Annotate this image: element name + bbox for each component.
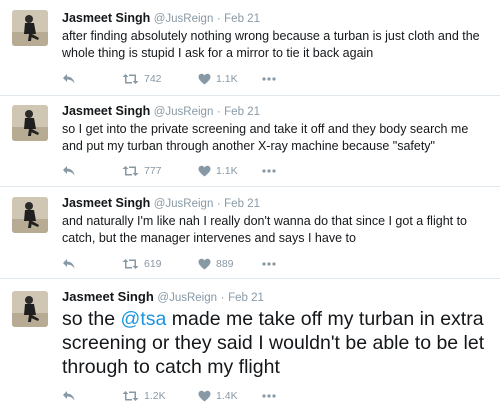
user-name[interactable]: Jasmeet Singh — [62, 104, 150, 118]
separator: · — [220, 292, 225, 304]
reply-button[interactable] — [62, 389, 76, 403]
avatar-image — [12, 291, 48, 327]
reply-icon — [63, 74, 75, 84]
avatar-image — [12, 10, 48, 46]
more-icon — [262, 394, 276, 398]
tweet[interactable]: Jasmeet Singh @JusReign · Feb 21 so I ge… — [0, 96, 500, 187]
tweet-date[interactable]: Feb 21 — [228, 292, 264, 304]
more-button[interactable] — [262, 72, 276, 86]
retweet-button[interactable]: 742 — [122, 72, 162, 86]
more-icon — [262, 169, 276, 173]
like-count: 1.1K — [216, 165, 238, 177]
tweet-text: so I get into the private screening and … — [62, 122, 469, 153]
reply-button[interactable] — [62, 72, 76, 86]
user-handle[interactable]: @JusReign — [154, 13, 214, 25]
tweet-text-before: so the — [62, 308, 121, 330]
retweet-icon — [122, 74, 139, 84]
separator: · — [216, 13, 221, 25]
retweet-count: 619 — [144, 258, 162, 270]
tweet-header: Jasmeet Singh @JusReign · Feb 21 — [62, 11, 260, 25]
tweet-header: Jasmeet Singh @JusReign · Feb 21 — [62, 104, 260, 118]
tweet-timeline: Jasmeet Singh @JusReign · Feb 21 after f… — [0, 0, 500, 411]
like-button[interactable]: 1.4K — [198, 389, 238, 403]
user-name[interactable]: Jasmeet Singh — [62, 196, 150, 210]
retweet-icon — [122, 166, 139, 176]
like-button[interactable]: 889 — [198, 257, 234, 271]
like-count: 1.4K — [216, 390, 238, 402]
tweet[interactable]: Jasmeet Singh @JusReign · Feb 21 after f… — [0, 0, 500, 96]
avatar[interactable] — [12, 105, 48, 141]
heart-icon — [198, 165, 211, 177]
retweet-count: 1.2K — [144, 390, 166, 402]
retweet-button[interactable]: 619 — [122, 257, 162, 271]
reply-icon — [63, 166, 75, 176]
tweet[interactable]: Jasmeet Singh @JusReign · Feb 21 and nat… — [0, 187, 500, 279]
reply-icon — [63, 391, 75, 401]
more-icon — [262, 262, 276, 266]
tweet-header: Jasmeet Singh @JusReign · Feb 21 — [62, 196, 260, 210]
tweet-date[interactable]: Feb 21 — [224, 106, 260, 118]
more-icon — [262, 77, 276, 81]
avatar-image — [12, 105, 48, 141]
separator: · — [216, 198, 221, 210]
mention-link[interactable]: @tsa — [121, 308, 167, 330]
avatar[interactable] — [12, 291, 48, 327]
reply-icon — [63, 259, 75, 269]
avatar-image — [12, 197, 48, 233]
avatar[interactable] — [12, 10, 48, 46]
tweet-text: and naturally I'm like nah I really don'… — [62, 214, 468, 245]
tweet-text: after finding absolutely nothing wrong b… — [62, 29, 480, 60]
reply-button[interactable] — [62, 257, 76, 271]
more-button[interactable] — [262, 389, 276, 403]
retweet-count: 742 — [144, 73, 162, 85]
more-button[interactable] — [262, 257, 276, 271]
heart-icon — [198, 73, 211, 85]
retweet-icon — [122, 391, 139, 401]
heart-icon — [198, 390, 211, 402]
tweet-date[interactable]: Feb 21 — [224, 13, 260, 25]
like-button[interactable]: 1.1K — [198, 164, 238, 178]
user-handle[interactable]: @JusReign — [157, 292, 217, 304]
like-button[interactable]: 1.1K — [198, 72, 238, 86]
user-name[interactable]: Jasmeet Singh — [62, 289, 154, 304]
heart-icon — [198, 258, 211, 270]
separator: · — [216, 106, 221, 118]
tweet-text: so the @tsa made me take off my turban i… — [62, 307, 492, 379]
user-name[interactable]: Jasmeet Singh — [62, 11, 150, 25]
retweet-icon — [122, 259, 139, 269]
more-button[interactable] — [262, 164, 276, 178]
avatar[interactable] — [12, 197, 48, 233]
tweet-date[interactable]: Feb 21 — [224, 198, 260, 210]
tweet[interactable]: Jasmeet Singh @JusReign · Feb 21 so the … — [0, 279, 500, 411]
like-count: 889 — [216, 258, 234, 270]
user-handle[interactable]: @JusReign — [154, 198, 214, 210]
like-count: 1.1K — [216, 73, 238, 85]
retweet-button[interactable]: 777 — [122, 164, 162, 178]
user-handle[interactable]: @JusReign — [154, 106, 214, 118]
reply-button[interactable] — [62, 164, 76, 178]
retweet-count: 777 — [144, 165, 162, 177]
tweet-header: Jasmeet Singh @JusReign · Feb 21 — [62, 289, 264, 304]
retweet-button[interactable]: 1.2K — [122, 389, 166, 403]
